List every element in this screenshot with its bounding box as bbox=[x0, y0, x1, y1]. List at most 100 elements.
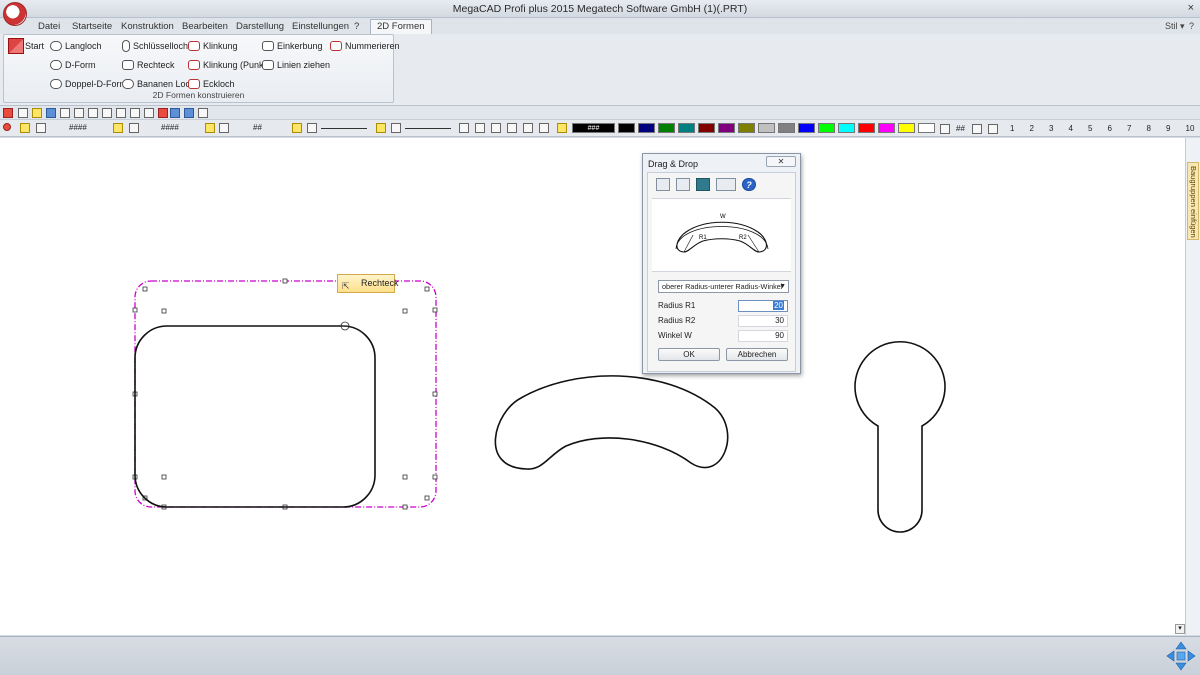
color-swatch[interactable] bbox=[918, 123, 935, 133]
level-number[interactable]: 6 bbox=[1108, 124, 1112, 133]
help-icon[interactable]: ? bbox=[1189, 21, 1194, 31]
linien-ziehen-button[interactable]: Linien ziehen bbox=[262, 58, 330, 72]
zoom-previous-icon[interactable] bbox=[523, 123, 533, 133]
layer-icon[interactable] bbox=[36, 123, 46, 133]
new-file-icon[interactable] bbox=[18, 108, 28, 118]
baugruppen-einfuegen-tab[interactable]: Baugruppen einfügen bbox=[1187, 162, 1199, 240]
start-button[interactable]: Start bbox=[25, 39, 44, 53]
group-icon[interactable] bbox=[129, 123, 139, 133]
shape-dropdown-icon[interactable] bbox=[716, 178, 736, 191]
lock-icon-4[interactable] bbox=[292, 123, 302, 133]
cut-icon[interactable] bbox=[102, 108, 112, 118]
zoom-out-icon[interactable] bbox=[459, 123, 469, 133]
radius-r2-input[interactable]: 30 bbox=[738, 315, 788, 327]
open-folder-icon[interactable] bbox=[32, 108, 42, 118]
color-swatch[interactable] bbox=[738, 123, 755, 133]
save-as-icon[interactable] bbox=[60, 108, 70, 118]
color-swatch[interactable] bbox=[898, 123, 915, 133]
lock-icon-5[interactable] bbox=[376, 123, 386, 133]
calculator-icon[interactable] bbox=[696, 178, 710, 191]
mode-select[interactable]: oberer Radius-unterer Radius-Winkel ▼ bbox=[658, 280, 789, 293]
print-preview-icon[interactable] bbox=[74, 108, 84, 118]
color-swatch[interactable] bbox=[878, 123, 895, 133]
tab-2d-formen[interactable]: 2D Formen bbox=[370, 19, 432, 34]
level-number[interactable]: 2 bbox=[1030, 124, 1034, 133]
level-number[interactable]: 9 bbox=[1166, 124, 1170, 133]
print-icon[interactable] bbox=[88, 108, 98, 118]
lock-icon[interactable] bbox=[20, 123, 30, 133]
pan-icon[interactable] bbox=[539, 123, 549, 133]
line-type-sample[interactable] bbox=[405, 128, 451, 129]
line-width-sample[interactable] bbox=[321, 128, 367, 129]
cancel-button[interactable]: Abbrechen bbox=[726, 348, 788, 361]
tab-startseite[interactable]: Startseite bbox=[72, 20, 112, 34]
klinkung-button[interactable]: Klinkung bbox=[188, 39, 238, 53]
scroll-corner-button[interactable]: ▾ bbox=[1175, 624, 1185, 634]
klinkung-punkt-button[interactable]: Klinkung (Punkt) bbox=[188, 58, 269, 72]
tab-bearbeiten[interactable]: Bearbeiten bbox=[182, 20, 228, 34]
settings-icon[interactable] bbox=[198, 108, 208, 118]
nummerieren-button[interactable]: Nummerieren bbox=[330, 39, 400, 53]
group-field[interactable]: #### bbox=[161, 123, 179, 132]
color-swatch[interactable] bbox=[798, 123, 815, 133]
color-swatch[interactable] bbox=[838, 123, 855, 133]
zoom-window-icon[interactable] bbox=[475, 123, 485, 133]
lock-icon-6[interactable] bbox=[557, 123, 567, 133]
color-swatch[interactable] bbox=[698, 123, 715, 133]
drawing-canvas[interactable] bbox=[0, 138, 1186, 635]
redo-icon[interactable] bbox=[184, 108, 194, 118]
paste-icon[interactable] bbox=[130, 108, 140, 118]
rechteck-button[interactable]: Rechteck bbox=[122, 58, 175, 72]
delete-icon[interactable] bbox=[158, 108, 168, 118]
level-field[interactable]: ## bbox=[956, 124, 965, 133]
copy-params-icon[interactable] bbox=[656, 178, 670, 191]
properties-icon[interactable] bbox=[144, 108, 154, 118]
paste-params-icon[interactable] bbox=[676, 178, 690, 191]
tab-help[interactable]: ? bbox=[354, 20, 359, 34]
layer-field[interactable]: #### bbox=[69, 123, 87, 132]
new-drawing-icon[interactable] bbox=[3, 108, 13, 118]
close-window-button[interactable]: × bbox=[1188, 2, 1194, 14]
pen-field[interactable]: ## bbox=[253, 123, 262, 132]
color-swatch[interactable] bbox=[758, 123, 775, 133]
tab-darstellung[interactable]: Darstellung bbox=[236, 20, 284, 34]
color-swatch[interactable] bbox=[638, 123, 655, 133]
dialog-close-button[interactable]: ✕ bbox=[766, 156, 796, 167]
start-icon[interactable] bbox=[8, 38, 24, 54]
pen-icon[interactable] bbox=[219, 123, 229, 133]
zoom-all-icon[interactable] bbox=[491, 123, 501, 133]
winkel-w-input[interactable]: 90 bbox=[738, 330, 788, 342]
d-form-button[interactable]: D-Form bbox=[50, 58, 96, 72]
layer-red-icon[interactable] bbox=[3, 123, 11, 131]
eckloch-button[interactable]: Eckloch bbox=[188, 77, 235, 91]
color-swatch[interactable] bbox=[718, 123, 735, 133]
navigation-arrows-icon[interactable] bbox=[1166, 641, 1196, 671]
help-icon[interactable]: ? bbox=[742, 178, 756, 191]
line-width-icon[interactable] bbox=[307, 123, 317, 133]
tab-einstellungen[interactable]: Einstellungen bbox=[292, 20, 349, 34]
level-number[interactable]: 8 bbox=[1147, 124, 1151, 133]
level-number[interactable]: 4 bbox=[1069, 124, 1073, 133]
color-swatch[interactable] bbox=[778, 123, 795, 133]
color-swatch[interactable] bbox=[818, 123, 835, 133]
style-menu[interactable]: Stil ▾ bbox=[1165, 21, 1185, 32]
zoom-in-icon[interactable] bbox=[507, 123, 517, 133]
level-number[interactable]: 7 bbox=[1127, 124, 1131, 133]
save-icon[interactable] bbox=[46, 108, 56, 118]
bananen-loch-button[interactable]: Bananen Loch bbox=[122, 77, 195, 91]
doppel-d-form-button[interactable]: Doppel-D-Form bbox=[50, 77, 127, 91]
einkerbung-button[interactable]: Einkerbung bbox=[262, 39, 323, 53]
tab-konstruktion[interactable]: Konstruktion bbox=[121, 20, 174, 34]
langloch-button[interactable]: Langloch bbox=[50, 39, 102, 53]
current-color-swatch[interactable]: ### bbox=[572, 123, 615, 133]
tab-datei[interactable]: Datei bbox=[38, 20, 60, 34]
line-type-icon[interactable] bbox=[391, 123, 401, 133]
lock-icon-3[interactable] bbox=[205, 123, 215, 133]
radius-r1-input[interactable]: 20 bbox=[738, 300, 788, 312]
color-picker-icon[interactable] bbox=[940, 124, 950, 134]
copy-icon[interactable] bbox=[116, 108, 126, 118]
megacad-logo-icon[interactable] bbox=[3, 2, 27, 26]
schluesselloch-button[interactable]: Schlüsselloch bbox=[122, 39, 188, 53]
lock-icon-2[interactable] bbox=[113, 123, 123, 133]
level-number[interactable]: 1 bbox=[1010, 124, 1014, 133]
